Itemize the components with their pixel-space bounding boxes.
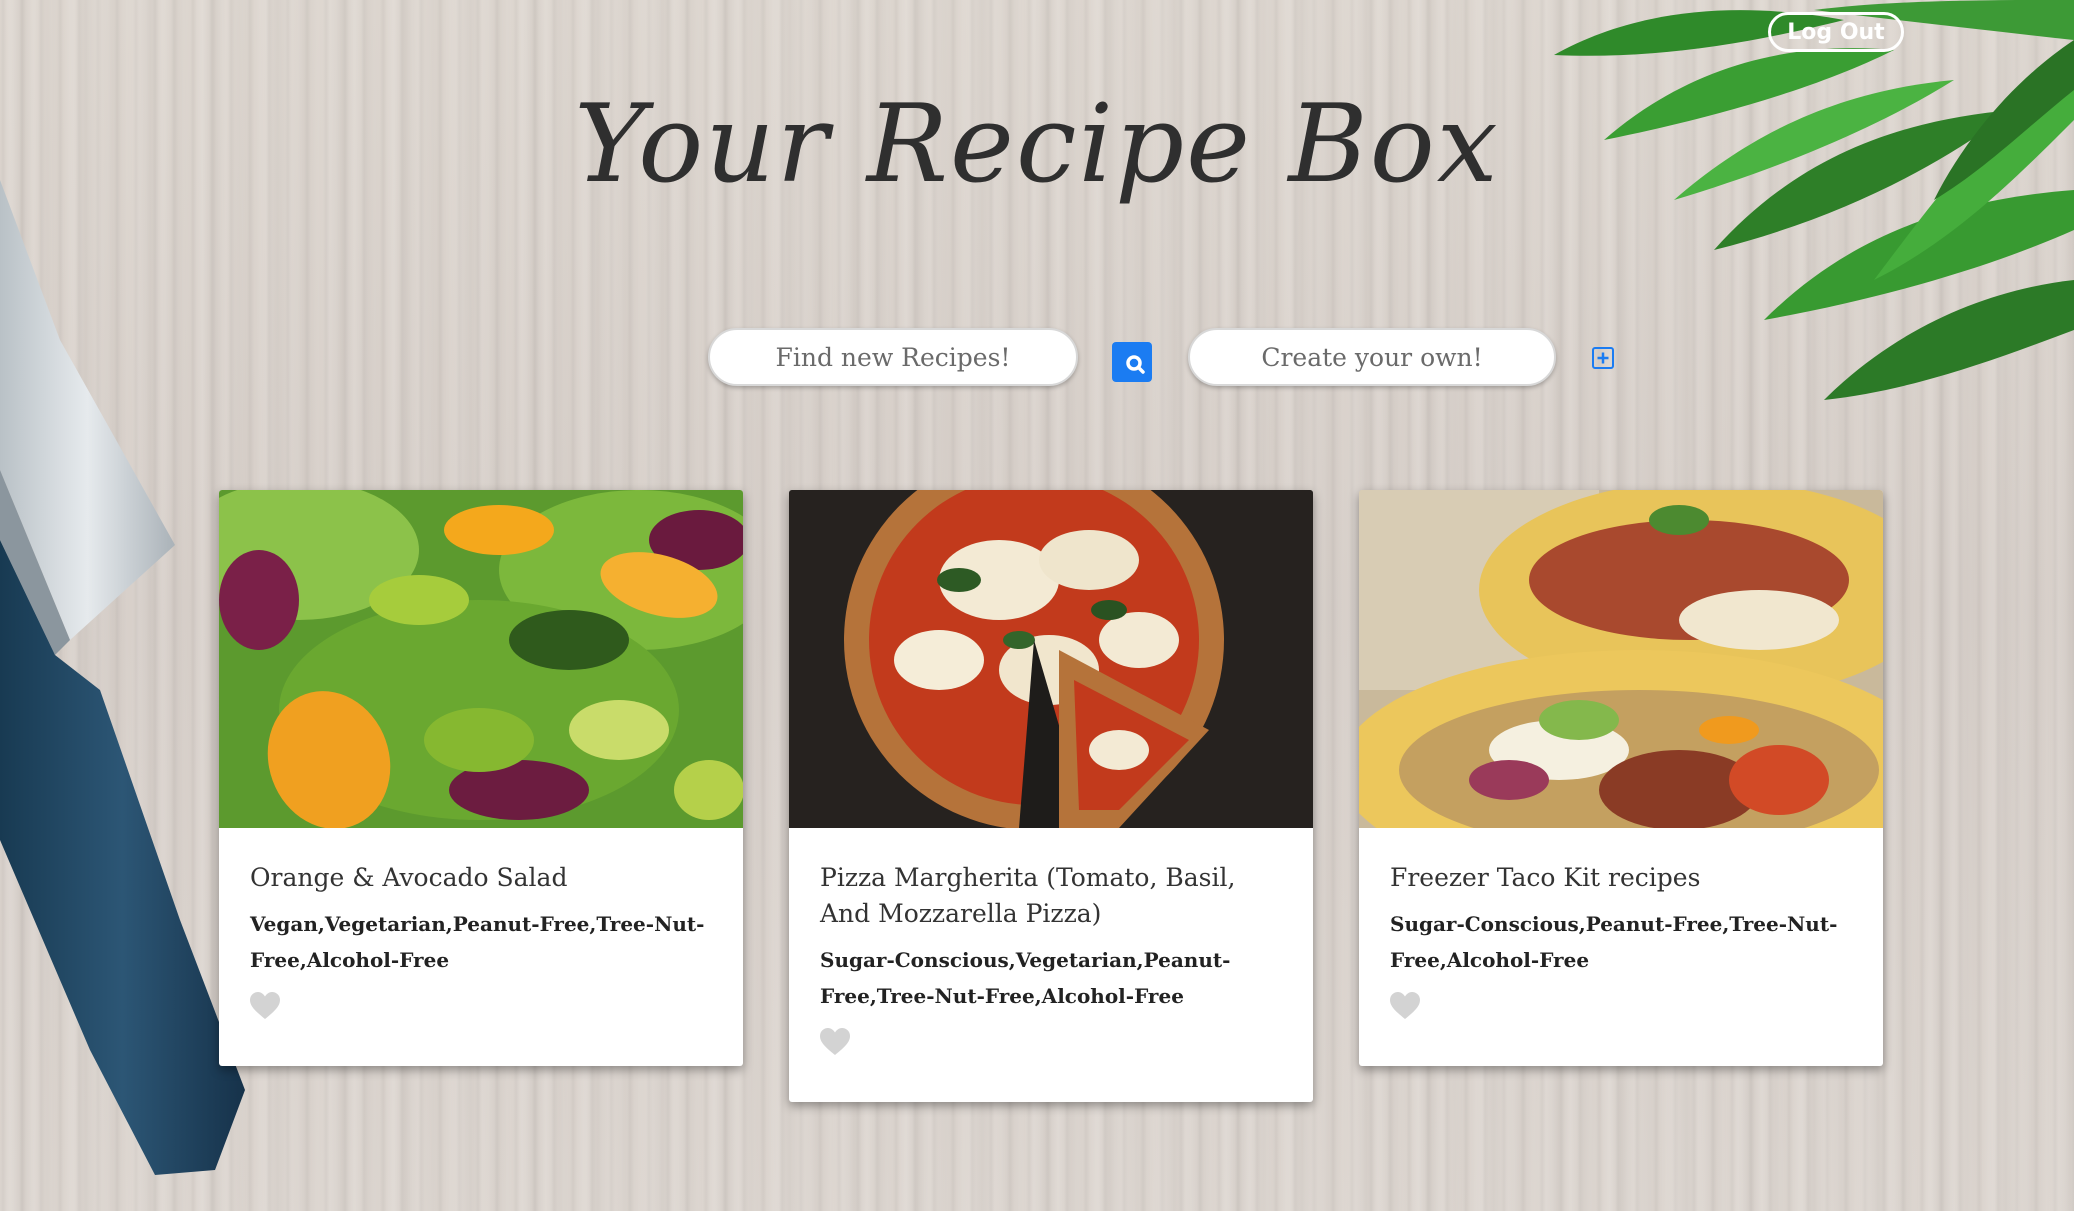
create-recipe-input[interactable] [1188, 328, 1556, 386]
search-icon [1126, 355, 1145, 374]
recipe-card[interactable]: Freezer Taco Kit recipes Sugar-Conscious… [1359, 490, 1883, 1066]
recipe-tags: Vegan,Vegetarian,Peanut-Free,Tree-Nut-Fr… [250, 912, 705, 972]
recipe-title[interactable]: Pizza Margherita (Tomato, Basil, And Moz… [820, 860, 1283, 932]
recipe-image-pizza [789, 490, 1313, 828]
plus-square-icon [1597, 352, 1609, 364]
add-recipe-button[interactable] [1592, 347, 1614, 369]
recipe-image-salad [219, 490, 743, 828]
recipe-title[interactable]: Freezer Taco Kit recipes [1390, 860, 1853, 896]
recipe-tags: Sugar-Conscious,Vegetarian,Peanut-Free,T… [820, 948, 1231, 1008]
recipe-tags: Sugar-Conscious,Peanut-Free,Tree-Nut-Fre… [1390, 912, 1838, 972]
recipe-card[interactable]: Pizza Margherita (Tomato, Basil, And Moz… [789, 490, 1313, 1102]
recipe-card[interactable]: Orange & Avocado Salad Vegan,Vegetarian,… [219, 490, 743, 1066]
heart-icon[interactable] [820, 1028, 850, 1056]
find-recipes-input[interactable] [708, 328, 1078, 386]
leaves-image [1554, 0, 2074, 400]
heart-icon[interactable] [250, 992, 280, 1020]
recipe-image-tacos [1359, 490, 1883, 828]
logout-button[interactable]: Log Out [1768, 12, 1904, 52]
search-button[interactable] [1112, 342, 1152, 382]
heart-icon[interactable] [1390, 992, 1420, 1020]
page-title: Your Recipe Box [574, 82, 1500, 207]
recipe-title[interactable]: Orange & Avocado Salad [250, 860, 713, 896]
